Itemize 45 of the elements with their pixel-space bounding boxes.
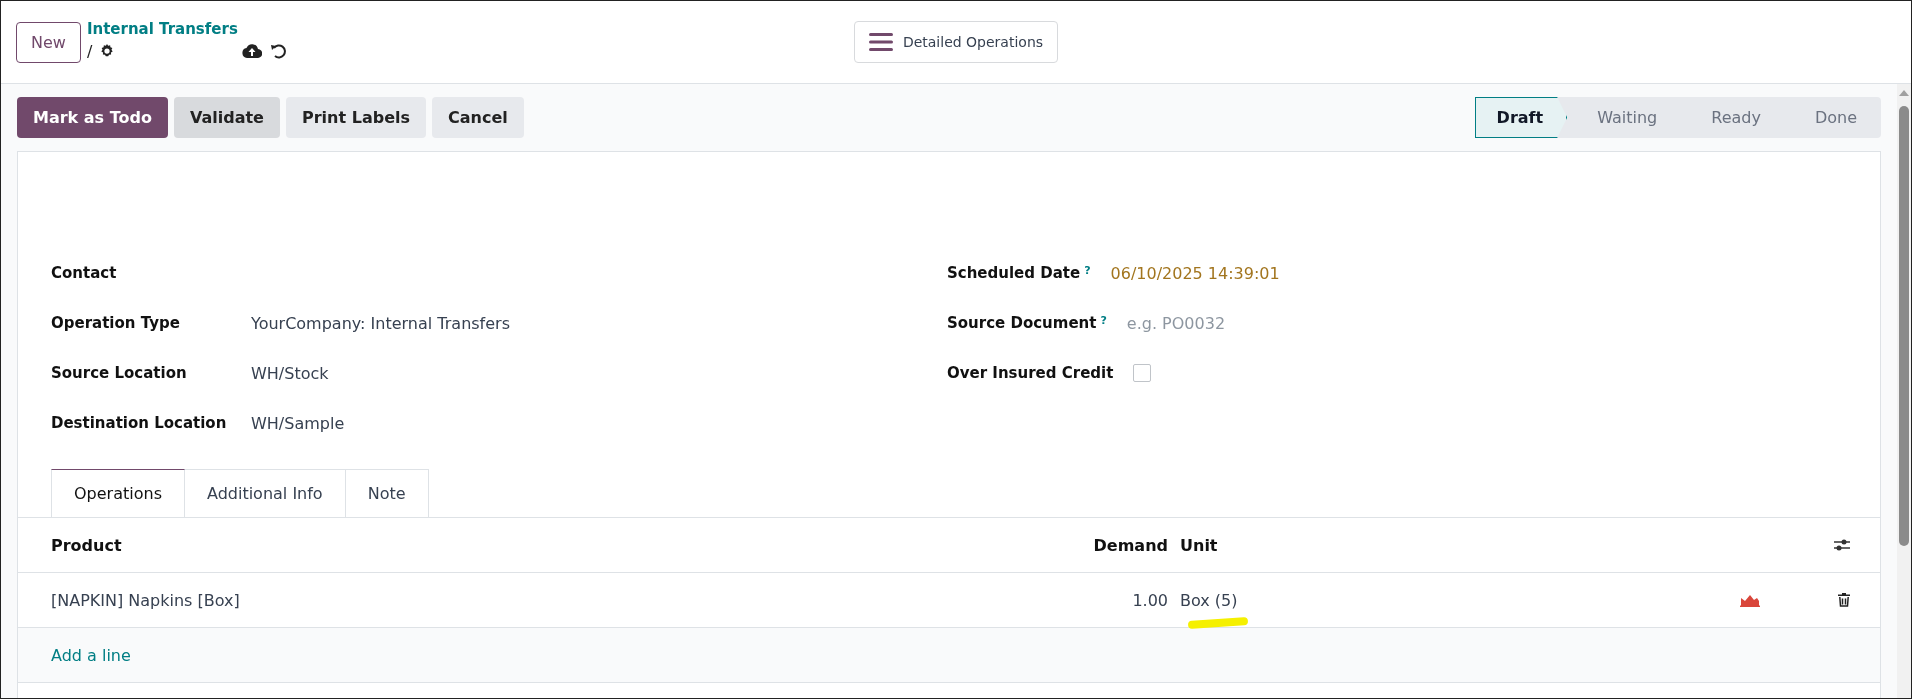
help-tooltip-mark[interactable]: ? bbox=[1084, 264, 1091, 277]
stage-button[interactable]: Draft bbox=[1474, 97, 1568, 138]
add-line-link[interactable]: Add a line bbox=[51, 645, 131, 665]
field-label: Contact bbox=[51, 264, 118, 282]
column-settings-icon[interactable] bbox=[1834, 538, 1850, 552]
trash-icon[interactable] bbox=[1838, 593, 1850, 607]
tab[interactable]: Additional Info bbox=[184, 469, 346, 518]
field-label: Source Document bbox=[947, 314, 1097, 332]
action-button[interactable]: Validate bbox=[173, 97, 280, 138]
column-header[interactable]: Demand bbox=[1048, 535, 1168, 555]
table-cell: Box (5) bbox=[1180, 590, 1238, 610]
menu-icon bbox=[868, 32, 893, 52]
field-label: Destination Location bbox=[51, 414, 228, 432]
action-button[interactable]: Cancel bbox=[432, 97, 524, 138]
undo-icon[interactable] bbox=[270, 43, 287, 59]
stage-button[interactable]: Ready bbox=[1681, 97, 1785, 138]
field-value[interactable]: WH/Stock bbox=[251, 364, 329, 383]
field-value[interactable]: YourCompany: Internal Transfers bbox=[251, 314, 510, 333]
scrollbar[interactable] bbox=[1897, 84, 1911, 698]
field-label: Scheduled Date bbox=[947, 264, 1081, 282]
tab[interactable]: Operations bbox=[51, 469, 185, 518]
new-button[interactable]: New bbox=[16, 21, 81, 63]
cloud-upload-icon[interactable] bbox=[242, 44, 263, 58]
stage-button[interactable]: Done bbox=[1784, 97, 1881, 138]
column-header[interactable]: Unit bbox=[1180, 535, 1834, 555]
input-field[interactable]: e.g. PO0032 bbox=[1126, 314, 1327, 333]
date-field[interactable]: 06/10/2025 14:39:01 bbox=[1110, 264, 1280, 283]
view-button[interactable]: Detailed Operations bbox=[853, 21, 1059, 63]
action-button[interactable]: Mark as Todo bbox=[17, 97, 168, 138]
help-tooltip-mark[interactable]: ? bbox=[1100, 314, 1107, 327]
stage-button[interactable]: Waiting bbox=[1567, 97, 1682, 138]
field-value[interactable]: WH/Sample bbox=[251, 414, 345, 433]
table-cell-text: [NAPKIN] Napkins [Box] bbox=[51, 590, 241, 610]
gear-icon[interactable] bbox=[100, 44, 115, 58]
checkbox[interactable] bbox=[1133, 364, 1152, 382]
table-cell-text: 1.00 bbox=[1131, 590, 1168, 610]
breadcrumb-link[interactable]: Internal Transfers bbox=[86, 19, 287, 38]
field-label: Over Insured Credit bbox=[947, 364, 1114, 382]
area-chart-icon[interactable] bbox=[1740, 593, 1760, 607]
field-label: Operation Type bbox=[51, 314, 181, 332]
action-button[interactable]: Print Labels bbox=[285, 97, 426, 138]
tab[interactable]: Note bbox=[345, 469, 429, 518]
field-label: Source Location bbox=[51, 364, 188, 382]
breadcrumb-separator: / bbox=[86, 41, 93, 61]
column-header[interactable]: Product bbox=[51, 535, 1048, 555]
